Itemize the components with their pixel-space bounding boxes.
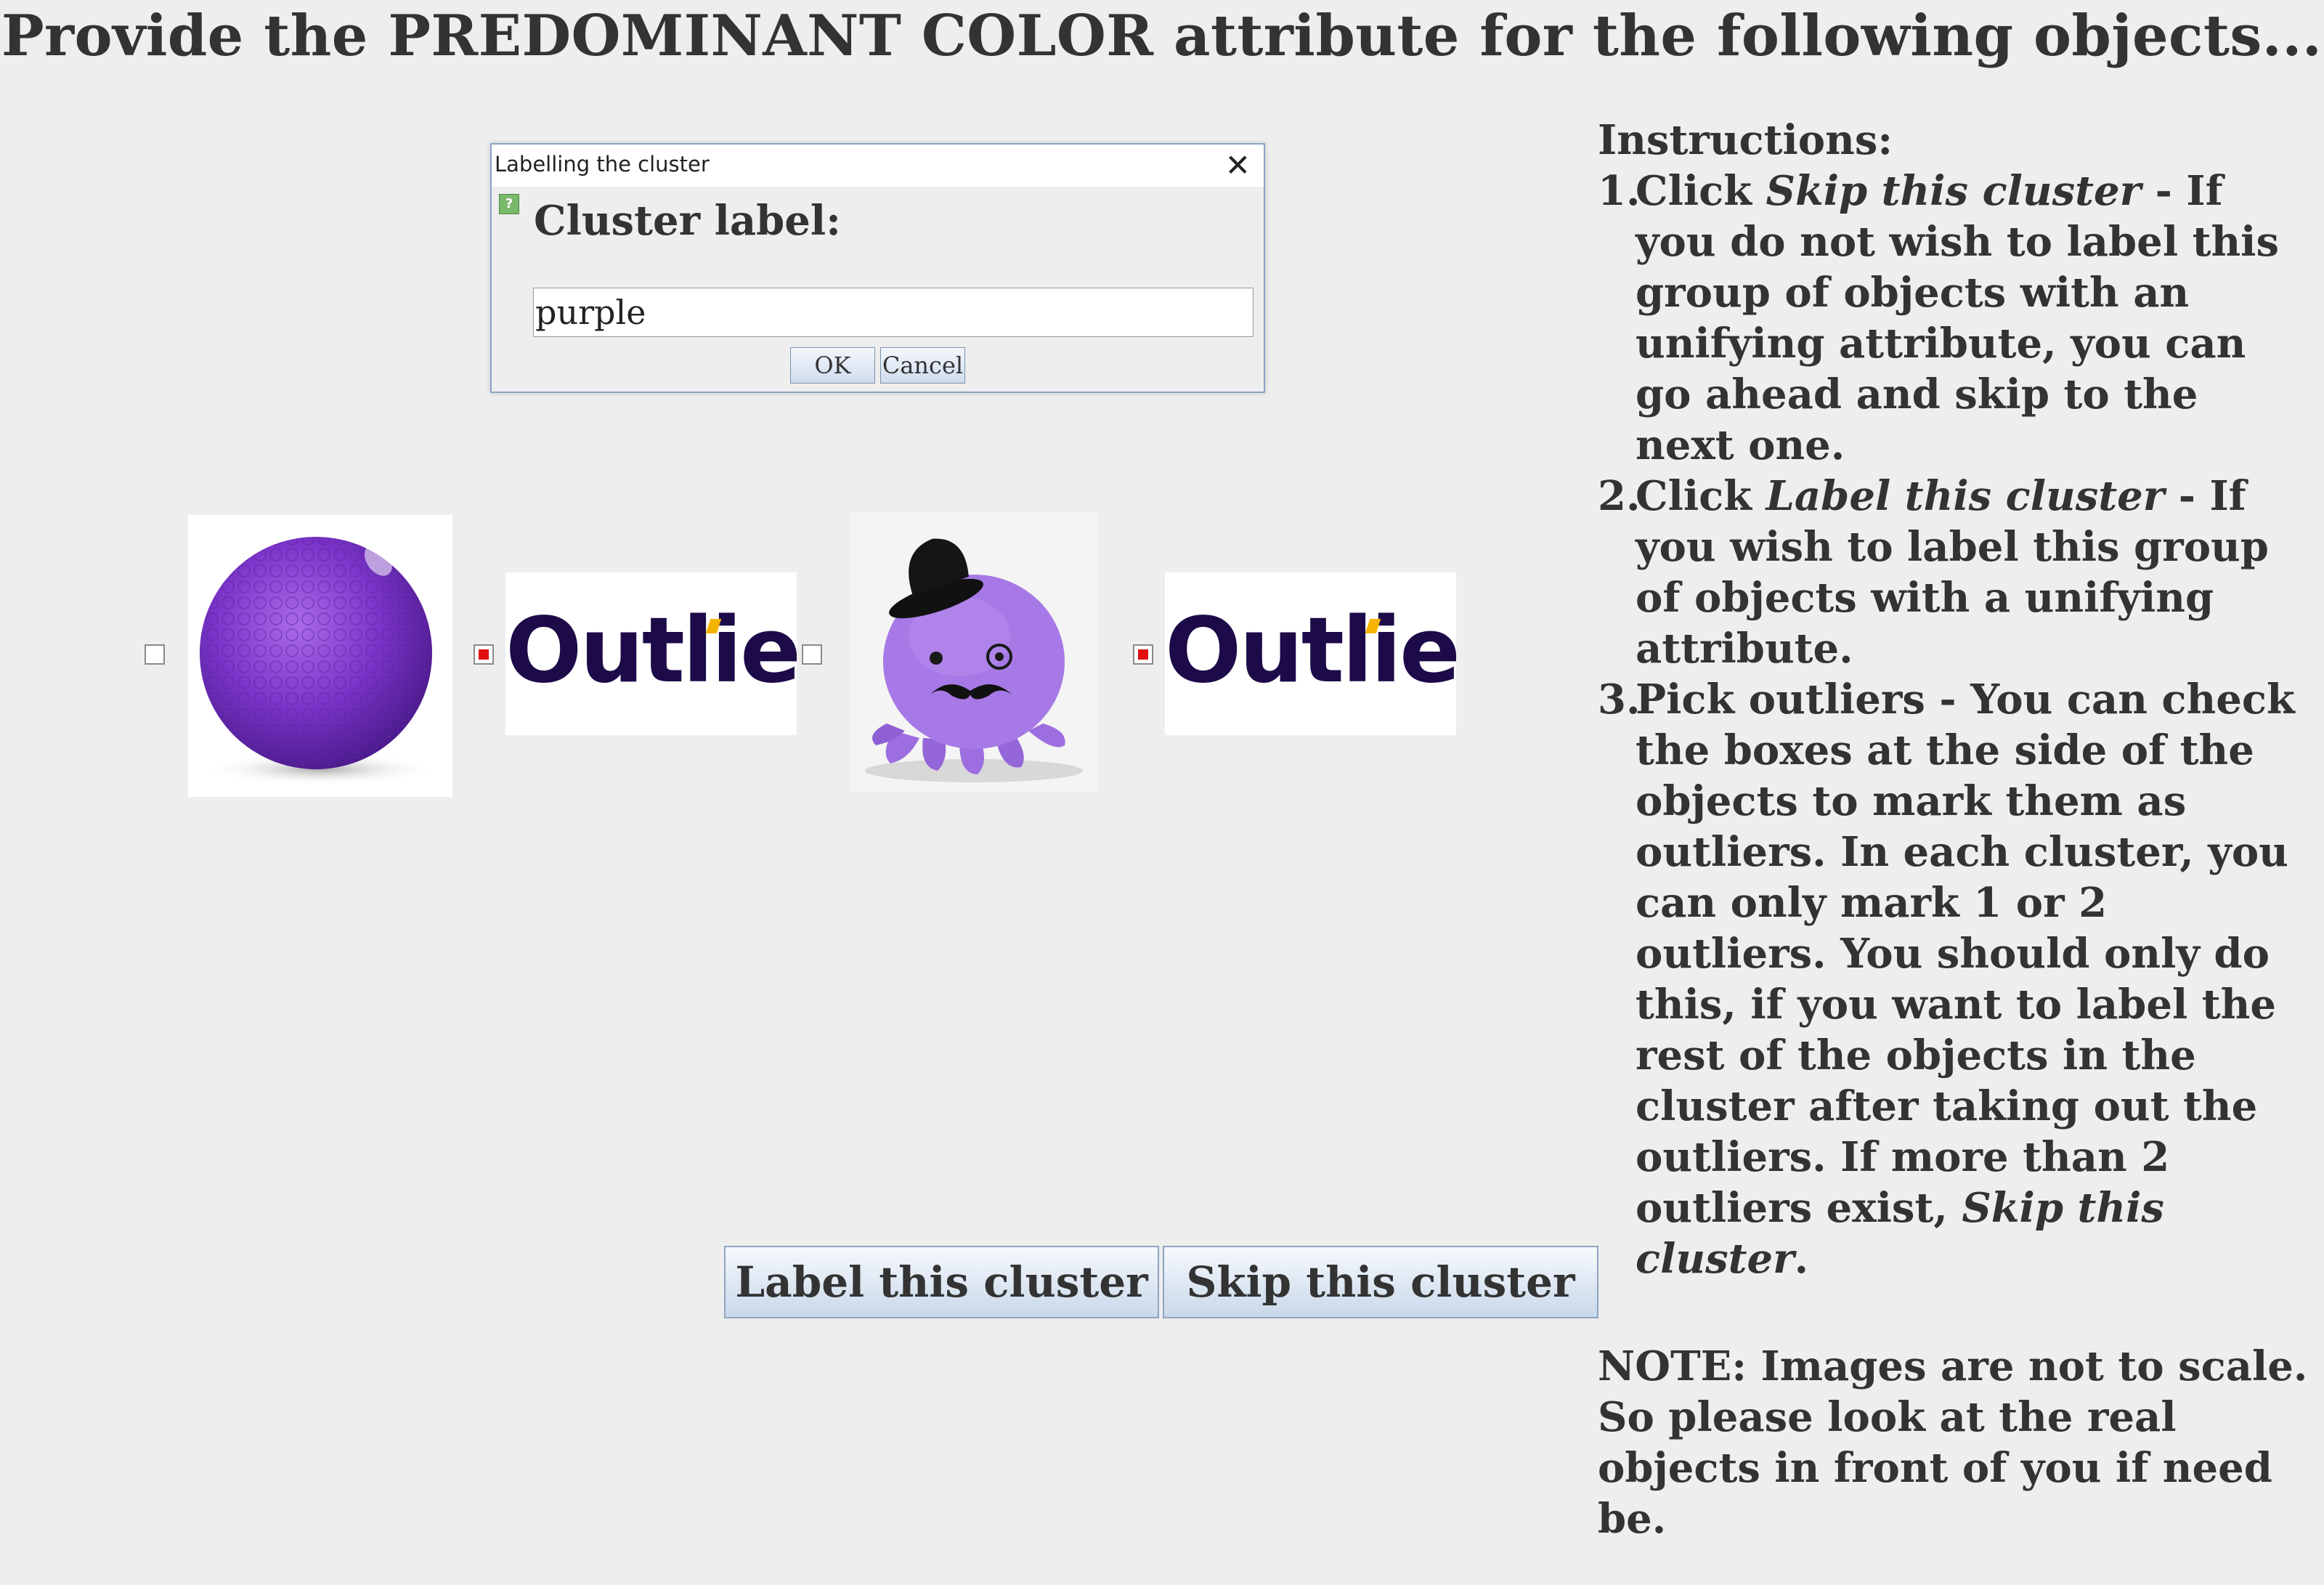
skip-cluster-button[interactable]: Skip this cluster [1163,1246,1598,1318]
outlier-checkbox-3[interactable] [802,644,822,665]
instruction-text-em: Label this cluster [1766,472,2165,520]
object-image-octopus [850,513,1098,792]
instructions-note: NOTE: Images are not to scale. So please… [1598,1342,2308,1543]
instruction-text-pre: Pick outliers - You can check the boxes … [1636,676,2295,1232]
instruction-item: 1. Click Skip this cluster - If you do no… [1598,166,2309,471]
cancel-button[interactable]: Cancel [880,347,965,384]
close-icon[interactable]: ✕ [1225,147,1251,184]
instruction-item: 3. Pick outliers - You can check the boxe… [1598,674,2309,1284]
cluster-label-input[interactable] [533,288,1254,337]
instruction-text-em: Skip this cluster [1766,167,2142,215]
object-outlier-1: Outlier [505,572,797,735]
octopus-plush-image [865,538,1083,782]
instruction-number: 1. [1598,167,1641,215]
dialog-title: Labelling the cluster [495,152,710,177]
instruction-item: 2. Click Label this cluster - If you wish… [1598,471,2309,674]
instruction-number: 3. [1598,676,1641,723]
outlier-label: Outlier [505,599,797,703]
instruction-text-pre: Click [1636,472,1766,520]
object-outlier-2: Outlier [1165,572,1456,735]
ok-button[interactable]: OK [790,347,875,384]
label-cluster-button[interactable]: Label this cluster [724,1246,1159,1318]
outlier-checkbox-1[interactable] [145,644,165,665]
instructions-list: 1. Click Skip this cluster - If you do no… [1598,166,2309,1284]
question-icon: ? [499,194,519,214]
cluster-label-prompt: Cluster label: [534,197,841,245]
labelling-dialog: Labelling the cluster ✕ ? Cluster label:… [490,143,1265,393]
dialog-titlebar[interactable]: Labelling the cluster ✕ [492,145,1264,187]
instruction-text-pre: Click [1636,167,1766,215]
outlier-checkbox-2[interactable] [474,644,494,665]
object-image-golf-ball [188,515,452,797]
instruction-number: 2. [1598,472,1641,520]
outlier-checkbox-4[interactable] [1133,644,1153,665]
instruction-text-post: . [1794,1235,1809,1283]
instructions-heading: Instructions: [1598,116,1893,164]
golf-ball-image [200,537,436,785]
instructions-panel: Instructions: 1. Click Skip this cluster … [1598,115,2309,1585]
outlier-label: Outlier [1165,599,1456,703]
page-title: Provide the PREDOMINANT COLOR attribute … [1,3,2323,69]
